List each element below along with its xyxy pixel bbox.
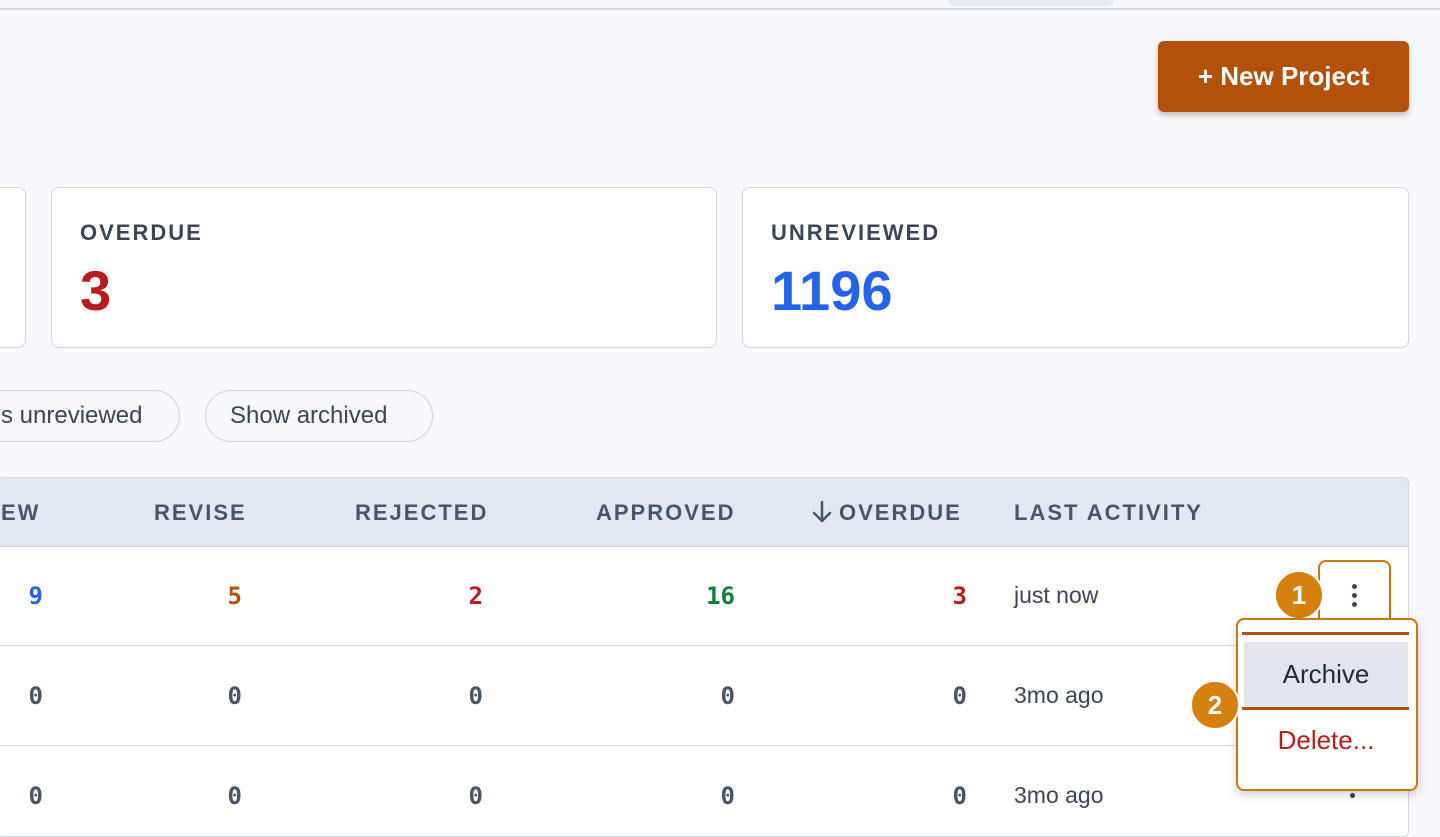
- cell-review: 0: [28, 682, 43, 710]
- stat-card-overdue: OVERDUE 3: [51, 187, 717, 348]
- cell-overdue: 3: [952, 582, 967, 610]
- table-row[interactable]: 0 0 0 0 0 3mo ago: [0, 746, 1408, 836]
- menu-item-delete[interactable]: Delete...: [1244, 708, 1408, 772]
- column-rejected[interactable]: REJECTED: [355, 500, 488, 526]
- cell-overdue: 0: [952, 682, 967, 710]
- cell-rejected: 0: [468, 682, 483, 710]
- cell-rejected: 0: [468, 782, 483, 810]
- column-overdue-label: OVERDUE: [839, 500, 962, 525]
- cell-last-activity: 3mo ago: [1014, 682, 1104, 708]
- menu-divider: [1242, 632, 1409, 635]
- cell-last-activity: 3mo ago: [1014, 782, 1104, 808]
- unreviewed-label: UNREVIEWED: [771, 220, 941, 245]
- column-approved[interactable]: APPROVED: [596, 500, 735, 526]
- cell-approved: 0: [720, 682, 735, 710]
- stat-card-unreviewed: UNREVIEWED 1196: [742, 187, 1409, 348]
- overdue-value: 3: [80, 259, 112, 322]
- cell-review: 9: [28, 582, 43, 610]
- cell-review: 0: [28, 782, 43, 810]
- table-header: EW REVISE REJECTED APPROVED OVERDUE LAST…: [0, 478, 1408, 547]
- projects-table: EW REVISE REJECTED APPROVED OVERDUE LAST…: [0, 477, 1409, 837]
- top-tab-edge: [948, 0, 1114, 6]
- column-last-activity[interactable]: LAST ACTIVITY: [1014, 500, 1203, 526]
- cell-overdue: 0: [952, 782, 967, 810]
- cell-rejected: 2: [468, 582, 483, 610]
- cell-revise: 5: [227, 582, 242, 610]
- cell-revise: 0: [227, 782, 242, 810]
- cell-approved: 16: [706, 582, 735, 610]
- step-badge-1: 1: [1274, 570, 1324, 620]
- new-project-button[interactable]: + New Project: [1158, 41, 1409, 112]
- arrow-down-icon: [812, 500, 832, 523]
- cell-last-activity: just now: [1014, 582, 1099, 608]
- column-revise[interactable]: REVISE: [154, 500, 247, 526]
- filter-unreviewed-pill[interactable]: s unreviewed: [0, 390, 180, 442]
- unreviewed-value: 1196: [771, 259, 893, 322]
- cell-revise: 0: [227, 682, 242, 710]
- cell-approved: 0: [720, 782, 735, 810]
- menu-item-archive[interactable]: Archive: [1244, 642, 1408, 706]
- row-actions-menu: Archive Delete...: [1236, 618, 1418, 791]
- filter-show-archived-pill[interactable]: Show archived: [205, 390, 433, 442]
- column-overdue[interactable]: OVERDUE: [811, 500, 962, 526]
- kebab-menu-icon: [1352, 584, 1357, 607]
- overdue-label: OVERDUE: [80, 220, 203, 245]
- table-row[interactable]: 9 5 2 16 3 just now: [0, 546, 1408, 646]
- column-review[interactable]: EW: [1, 500, 40, 526]
- stat-card-partial: [0, 187, 26, 348]
- top-border: [0, 8, 1440, 10]
- step-badge-2: 2: [1190, 680, 1240, 730]
